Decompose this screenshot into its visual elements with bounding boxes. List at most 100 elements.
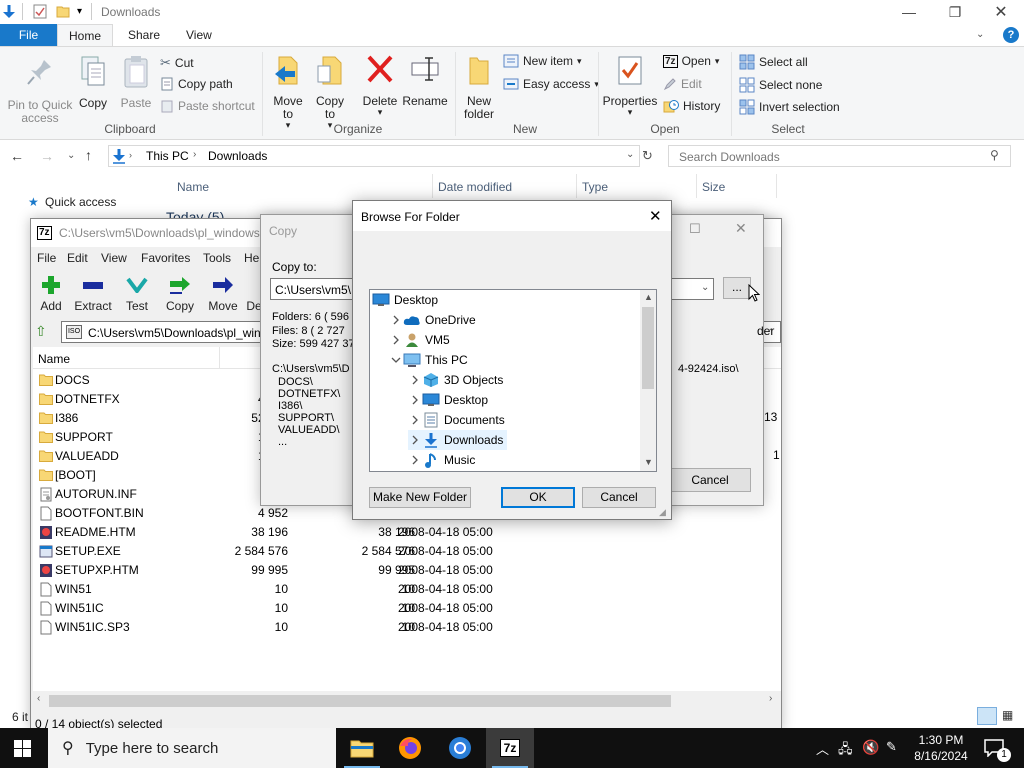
invert-selection-button[interactable]: Invert selection [739, 99, 840, 115]
new-folder-button[interactable]: New folder [460, 54, 498, 121]
menu-tools[interactable]: Tools [203, 251, 231, 265]
taskbar-file-explorer[interactable] [338, 728, 386, 768]
select-all-button[interactable]: Select all [739, 54, 808, 70]
show-hidden-icons-icon[interactable]: ︿ [816, 739, 829, 758]
table-row[interactable]: SETUP.EXE 2 584 576 2 584 576 2008-04-18 05… [33, 541, 553, 560]
browse-ok-button[interactable]: OK [501, 487, 575, 508]
chevron-right-icon[interactable] [408, 390, 422, 410]
up-folder-icon[interactable]: ⇧ [35, 323, 47, 340]
large-icons-view-icon[interactable]: ▦ [1002, 708, 1013, 722]
taskbar-7zip[interactable]: 7z [486, 728, 534, 768]
chevron-right-icon[interactable] [408, 370, 422, 390]
chevron-right-icon[interactable] [408, 410, 422, 430]
properties-quick-icon[interactable] [33, 4, 47, 19]
tab-share[interactable]: Share [118, 24, 170, 47]
7zip-copy-button[interactable]: Copy [158, 275, 202, 313]
browse-close-icon[interactable]: ✕ [649, 207, 662, 225]
copy-close-icon[interactable]: ✕ [735, 220, 747, 237]
tree-item-downloads[interactable]: Downloads [408, 430, 508, 450]
pin-quick-access-button[interactable]: Pin to Quick access [4, 57, 76, 125]
column-type[interactable]: Type [582, 180, 608, 194]
taskbar-chrome[interactable] [436, 728, 484, 768]
search-input[interactable]: Search Downloads [668, 145, 1011, 167]
folder-tree[interactable]: Desktop OneDrive VM5 This PC 3D Objects Deskt… [369, 289, 657, 472]
copy-maximize-icon[interactable]: ☐ [689, 221, 701, 237]
history-button[interactable]: History [663, 99, 720, 113]
windows-start-icon[interactable] [14, 740, 31, 757]
tree-vertical-scrollbar[interactable]: ▲ ▼ [640, 290, 656, 471]
taskbar-clock[interactable]: 1:30 PM 8/16/2024 [910, 732, 972, 764]
column-date-modified[interactable]: Date modified [438, 180, 512, 194]
new-folder-quick-icon[interactable] [56, 4, 70, 18]
scrollbar-thumb[interactable] [49, 695, 671, 707]
table-row[interactable]: WIN51IC.SP3 10 10 2008-04-18 05:00 [33, 617, 553, 636]
make-new-folder-button[interactable]: Make New Folder [369, 487, 471, 508]
move-to-button[interactable]: Move to ▾ [270, 54, 306, 132]
new-item-button[interactable]: New item ▾ [503, 54, 582, 68]
nav-quick-access[interactable]: Quick access [45, 195, 116, 209]
forward-arrow-icon[interactable]: → [40, 148, 54, 164]
menu-view[interactable]: View [101, 251, 127, 265]
7zip-path-dropdown-icon[interactable]: ⌄ [765, 323, 779, 341]
7zip-test-button[interactable]: Test [115, 275, 159, 313]
breadcrumb-downloads[interactable]: Downloads [208, 149, 267, 163]
details-view-icon[interactable] [977, 707, 997, 725]
copy-path-button[interactable]: Copy path [160, 77, 233, 91]
rename-button[interactable]: Rename [402, 54, 448, 108]
address-dropdown-icon[interactable]: ⌄ [626, 149, 634, 160]
column-size[interactable]: Size [702, 180, 725, 194]
tree-scrollbar-thumb[interactable] [642, 307, 654, 389]
back-arrow-icon[interactable]: ← [10, 148, 24, 164]
scroll-down-icon[interactable]: ▼ [644, 457, 653, 467]
scroll-up-icon[interactable]: ▲ [644, 292, 653, 302]
quick-access-dropdown-icon[interactable]: ▾ [77, 6, 82, 17]
7zip-column-name[interactable]: Name [38, 352, 70, 366]
breadcrumb-this-pc[interactable]: This PC [146, 149, 189, 163]
copy-to-button[interactable]: Copy to ▾ [312, 54, 348, 132]
taskbar-firefox[interactable] [386, 728, 434, 768]
menu-favorites[interactable]: Favorites [141, 251, 190, 265]
copy-path-dropdown-icon[interactable]: ⌄ [701, 282, 709, 293]
paste-shortcut-button[interactable]: Paste shortcut [160, 99, 255, 113]
tree-item-this-pc[interactable]: This PC [389, 350, 472, 370]
table-row[interactable]: README.HTM 38 196 38 196 2008-04-18 05:00 [33, 522, 553, 541]
properties-button[interactable]: Properties ▾ [602, 54, 658, 119]
resize-grip-icon[interactable]: ◢ [659, 507, 666, 518]
address-bar[interactable]: › This PC › Downloads ⌄ [108, 145, 640, 167]
browse-cancel-button[interactable]: Cancel [582, 487, 656, 508]
chevron-right-icon[interactable] [389, 330, 403, 350]
tab-home[interactable]: Home [57, 24, 113, 47]
open-with-7z-button[interactable]: 7z Open ▾ [663, 54, 719, 68]
ribbon-collapse-icon[interactable]: ⌄ [976, 29, 984, 40]
table-row[interactable]: SETUPXP.HTM 99 995 99 995 2008-04-18 05:00 [33, 560, 553, 579]
volume-muted-icon[interactable]: 🔇 [862, 739, 879, 756]
tree-item-3d-objects[interactable]: 3D Objects [408, 370, 507, 390]
tab-file[interactable]: File [0, 24, 57, 47]
delete-button[interactable]: Delete ▾ [360, 54, 400, 119]
chevron-right-icon[interactable] [408, 430, 422, 450]
refresh-icon[interactable]: ↻ [642, 148, 653, 164]
help-icon[interactable]: ? [1003, 27, 1019, 43]
browse-folder-button[interactable]: ... [723, 277, 751, 299]
table-row[interactable]: WIN51IC 10 10 2008-04-18 05:00 [33, 598, 553, 617]
chevron-right-icon[interactable] [408, 450, 422, 470]
7zip-horizontal-scrollbar[interactable]: ‹ › [33, 692, 781, 710]
edit-button[interactable]: Edit [663, 77, 702, 91]
tree-item-desktop[interactable]: Desktop [370, 290, 442, 310]
select-none-button[interactable]: Select none [739, 77, 822, 93]
easy-access-button[interactable]: Easy access ▾ [503, 77, 599, 91]
menu-edit[interactable]: Edit [67, 251, 88, 265]
up-arrow-icon[interactable]: ↑ [85, 147, 92, 163]
close-icon[interactable]: ✕ [978, 0, 1024, 24]
tree-item-music[interactable]: Music [408, 450, 479, 470]
table-row[interactable]: WIN51 10 10 2008-04-18 05:00 [33, 579, 553, 598]
cut-button[interactable]: ✂ Cut [160, 55, 194, 71]
chevron-right-icon[interactable] [389, 310, 403, 330]
tree-item-documents[interactable]: Documents [408, 410, 509, 430]
ime-icon[interactable]: ✎ [886, 739, 897, 755]
taskbar-search-box[interactable]: ⚲ Type here to search [48, 728, 336, 768]
tab-view[interactable]: View [176, 24, 222, 47]
7zip-extract-button[interactable]: Extract [71, 275, 115, 313]
minimize-icon[interactable]: — [886, 0, 932, 24]
paste-button[interactable]: Paste [116, 55, 156, 110]
